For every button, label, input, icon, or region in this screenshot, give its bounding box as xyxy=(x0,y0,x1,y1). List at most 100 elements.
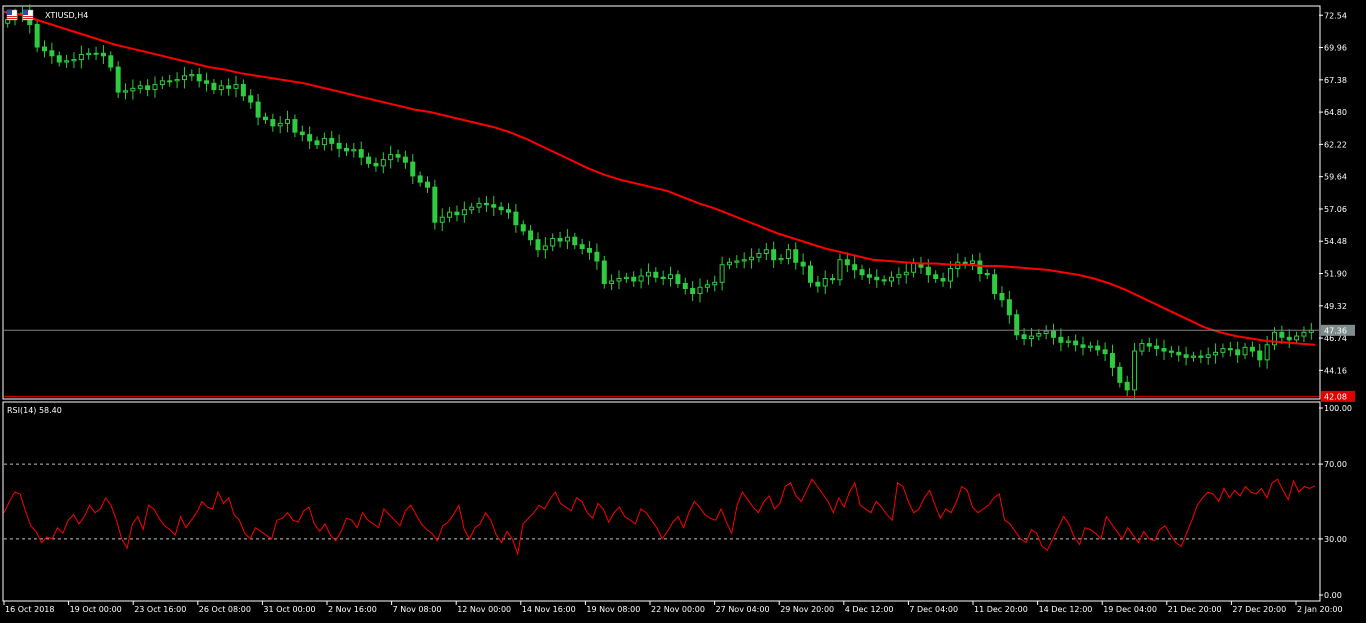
time-tick-label: 19 Oct 00:00 xyxy=(70,605,122,614)
candle xyxy=(889,276,895,282)
candle xyxy=(417,175,423,183)
candle xyxy=(255,101,261,118)
candle xyxy=(749,256,755,261)
candle xyxy=(432,186,438,223)
candle xyxy=(34,24,40,48)
time-tick-label: 26 Oct 08:00 xyxy=(199,605,251,614)
candle xyxy=(609,280,615,285)
candle xyxy=(741,259,747,262)
candle xyxy=(962,261,968,264)
candle xyxy=(299,131,305,136)
candle xyxy=(977,260,983,275)
candle xyxy=(506,209,512,213)
candle xyxy=(424,181,430,188)
candle xyxy=(638,275,644,282)
candle xyxy=(1154,345,1160,350)
candle xyxy=(1080,344,1086,348)
candle xyxy=(1168,350,1174,353)
candle xyxy=(756,252,762,258)
rsi-tick-label: 100.00 xyxy=(1324,404,1352,413)
candle xyxy=(181,75,187,81)
candle xyxy=(49,50,55,57)
candle xyxy=(64,60,70,63)
candle xyxy=(454,211,460,216)
candle xyxy=(1213,351,1219,356)
candle xyxy=(42,46,48,52)
candle xyxy=(999,293,1005,301)
candle xyxy=(1205,354,1211,358)
time-tick-label: 19 Dec 04:00 xyxy=(1103,605,1157,614)
price-tick-label: 64.80 xyxy=(1324,108,1347,117)
candle xyxy=(461,209,467,216)
candle xyxy=(587,247,593,253)
candle xyxy=(550,237,556,247)
candle xyxy=(653,271,659,278)
candle xyxy=(947,268,953,282)
candle xyxy=(366,156,372,164)
candle xyxy=(675,274,681,285)
price-tick-label: 54.48 xyxy=(1324,237,1347,246)
candle xyxy=(218,85,224,91)
candle xyxy=(123,90,129,93)
candle xyxy=(631,276,637,282)
price-tick-label: 59.64 xyxy=(1324,173,1347,182)
candle xyxy=(159,80,165,86)
candle xyxy=(167,80,173,83)
time-tick-label: 22 Nov 00:00 xyxy=(651,605,705,614)
candle xyxy=(785,249,791,259)
candle xyxy=(513,211,519,226)
time-tick-label: 19 Nov 08:00 xyxy=(586,605,640,614)
candle xyxy=(321,137,327,146)
candle xyxy=(56,55,62,63)
candle xyxy=(778,257,784,261)
candle xyxy=(343,147,349,152)
candle xyxy=(601,260,607,285)
candle xyxy=(1286,336,1292,341)
time-tick-label: 14 Nov 16:00 xyxy=(522,605,576,614)
candle xyxy=(1301,331,1307,337)
candle xyxy=(896,274,902,278)
time-tick-label: 23 Oct 16:00 xyxy=(134,605,186,614)
time-tick-label: 14 Dec 12:00 xyxy=(1039,605,1093,614)
candle xyxy=(292,119,298,133)
candle xyxy=(1073,340,1079,346)
candle xyxy=(970,260,976,264)
candle xyxy=(572,236,578,246)
candle xyxy=(410,161,416,177)
candle xyxy=(373,162,379,167)
candle xyxy=(704,284,710,288)
candle xyxy=(285,119,291,124)
candle xyxy=(498,206,504,211)
chart-background xyxy=(0,0,1366,623)
candle xyxy=(108,55,114,68)
rsi-title: RSI(14) 58.40 xyxy=(7,406,62,415)
candle xyxy=(469,206,475,211)
candle xyxy=(1242,346,1248,356)
candle xyxy=(226,85,232,89)
candle xyxy=(874,276,880,281)
price-tick-label: 49.32 xyxy=(1324,302,1347,311)
candle xyxy=(277,122,283,127)
candle xyxy=(800,261,806,267)
candle xyxy=(542,245,548,251)
time-tick-label: 11 Dec 20:00 xyxy=(974,605,1028,614)
candle xyxy=(248,95,254,103)
trading-chart[interactable]: 72.54 69.96 67.38 64.80 62.22 59.64 57.06 54.48… xyxy=(0,0,1366,623)
candle xyxy=(925,266,931,276)
candle xyxy=(668,274,674,280)
time-tick-label: 21 Dec 20:00 xyxy=(1168,605,1222,614)
candle xyxy=(594,251,600,262)
candle xyxy=(447,211,453,218)
current-price-label: 47.36 xyxy=(1324,326,1347,335)
time-tick-label: 7 Nov 08:00 xyxy=(393,605,442,614)
time-tick-label: 4 Dec 12:00 xyxy=(845,605,894,614)
rsi-tick-label: 30.00 xyxy=(1324,535,1347,544)
candle xyxy=(557,237,563,242)
candle xyxy=(1109,353,1115,368)
candle xyxy=(86,52,92,56)
candle xyxy=(358,149,364,158)
candle xyxy=(439,216,445,223)
candle xyxy=(1146,343,1152,347)
candle xyxy=(837,259,843,281)
candle xyxy=(1132,350,1138,391)
